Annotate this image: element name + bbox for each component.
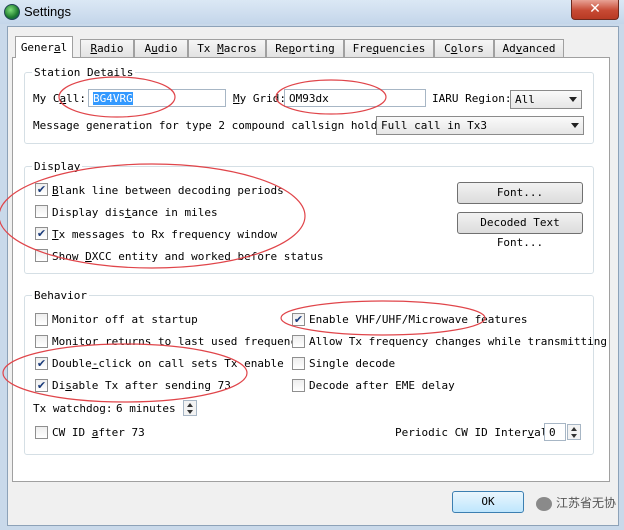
check-mark-icon: ✔ [36, 183, 47, 196]
tx-watchdog-label: Tx watchdog: [33, 402, 113, 415]
check-mark-icon: ✔ [293, 313, 304, 326]
arrow-up-icon [187, 403, 193, 407]
close-button[interactable]: ✕ [571, 0, 619, 20]
eme-delay-checkbox[interactable] [292, 379, 305, 392]
blank-line-label: Blank line between decoding periods [52, 184, 284, 197]
ok-button[interactable]: OK [452, 491, 524, 513]
my-grid-label: My Grid: [233, 92, 286, 105]
distance-miles-label: Display distance in miles [52, 206, 218, 219]
double-click-checkbox[interactable]: ✔ [35, 357, 48, 370]
tab-radio[interactable]: Radio [80, 39, 134, 57]
disable-tx-label: Disable Tx after sending 73 [52, 379, 231, 392]
tab-general[interactable]: General [15, 36, 73, 58]
periodic-cw-id-label: Periodic CW ID Interval: [395, 426, 554, 439]
iaru-region-select[interactable]: All [510, 90, 582, 109]
tab-audio[interactable]: Audio [134, 39, 188, 57]
check-mark-icon: ✔ [36, 227, 47, 240]
chevron-down-icon [571, 123, 579, 128]
watermark: 江苏省无协 [535, 494, 616, 511]
monitor-off-checkbox[interactable] [35, 313, 48, 326]
iaru-region-label: IARU Region: [432, 92, 512, 105]
periodic-cw-id-spinner[interactable] [567, 424, 581, 440]
arrow-down-icon [571, 434, 577, 438]
station-details-title: Station Details [32, 66, 136, 79]
tab-reporting[interactable]: Reporting [266, 39, 344, 57]
chevron-down-icon [569, 97, 577, 102]
eme-delay-label: Decode after EME delay [309, 379, 455, 392]
message-generation-select[interactable]: Full call in Tx3 [376, 116, 584, 135]
my-call-label: My Call: [33, 92, 86, 105]
dxcc-status-checkbox[interactable] [35, 249, 48, 262]
blank-line-checkbox[interactable]: ✔ [35, 183, 48, 196]
message-generation-label: Message generation for type 2 compound c… [33, 119, 404, 132]
arrow-down-icon [187, 410, 193, 414]
my-call-input[interactable]: BG4VRG [88, 89, 226, 107]
tab-advanced[interactable]: Advanced [494, 39, 564, 57]
behavior-title: Behavior [32, 289, 89, 302]
my-grid-input[interactable]: OM93dx [284, 89, 426, 107]
app-icon [4, 4, 20, 20]
title-bar[interactable] [0, 0, 624, 24]
cw-id-checkbox[interactable] [35, 426, 48, 439]
tx-messages-label: Tx messages to Rx frequency window [52, 228, 278, 241]
monitor-off-label: Monitor off at startup [52, 313, 198, 326]
dxcc-status-label: Show DXCC entity and worked before statu… [52, 250, 324, 263]
allow-tx-freq-checkbox[interactable] [292, 335, 305, 348]
allow-tx-freq-label: Allow Tx frequency changes while transmi… [309, 335, 608, 348]
cw-id-label: CW ID after 73 [52, 426, 145, 439]
single-decode-label: Single decode [309, 357, 396, 370]
decoded-text-font-button[interactable]: Decoded Text Font... [457, 212, 583, 249]
monitor-returns-checkbox[interactable] [35, 335, 48, 348]
tx-watchdog-value[interactable]: 6 minutes [116, 402, 176, 415]
tab-tx-macros[interactable]: Tx Macros [188, 39, 266, 57]
tx-watchdog-spinner[interactable] [183, 400, 197, 416]
tab-colors[interactable]: Colors [434, 39, 494, 57]
arrow-up-icon [571, 427, 577, 431]
check-mark-icon: ✔ [36, 357, 47, 370]
single-decode-checkbox[interactable] [292, 357, 305, 370]
display-title: Display [32, 160, 83, 173]
distance-miles-checkbox[interactable] [35, 205, 48, 218]
periodic-cw-id-input[interactable]: 0 [544, 423, 566, 441]
wechat-icon [535, 496, 552, 511]
window-title: Settings [24, 4, 71, 19]
double-click-label: Double-click on call sets Tx enable [52, 357, 284, 370]
tab-frequencies[interactable]: Frequencies [344, 39, 434, 57]
vhf-features-checkbox[interactable]: ✔ [292, 313, 305, 326]
vhf-features-label: Enable VHF/UHF/Microwave features [309, 313, 528, 326]
tx-messages-checkbox[interactable]: ✔ [35, 227, 48, 240]
monitor-returns-label: Monitor returns to last used frequency [52, 335, 304, 348]
check-mark-icon: ✔ [36, 379, 47, 392]
font-button[interactable]: Font... [457, 182, 583, 204]
disable-tx-checkbox[interactable]: ✔ [35, 379, 48, 392]
